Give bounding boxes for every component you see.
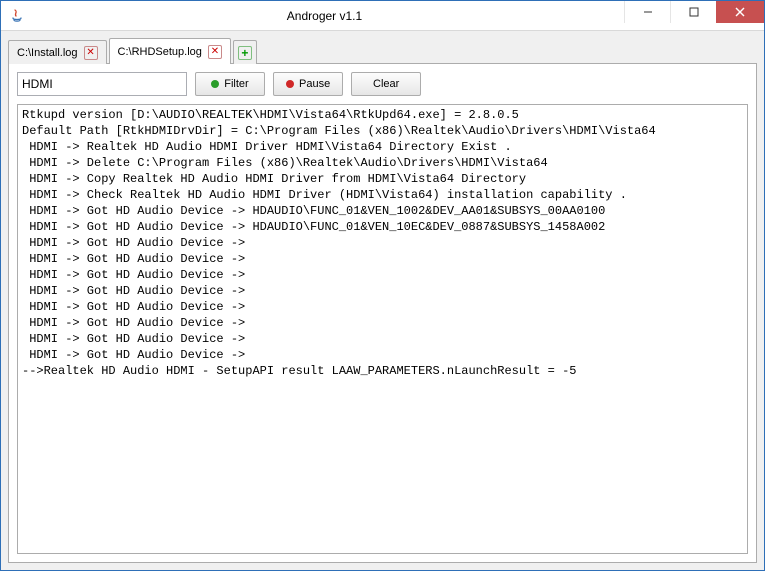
- close-button[interactable]: [716, 1, 764, 23]
- file-tab[interactable]: C:\RHDSetup.log ✕: [109, 38, 231, 64]
- filter-button[interactable]: Filter: [195, 72, 265, 96]
- close-tab-icon[interactable]: ✕: [84, 46, 98, 60]
- add-tab-button[interactable]: +: [233, 40, 257, 64]
- log-viewport[interactable]: Rtkupd version [D:\AUDIO\REALTEK\HDMI\Vi…: [17, 104, 748, 554]
- toolbar: Filter Pause Clear: [17, 72, 748, 96]
- client-area: C:\Install.log ✕ C:\RHDSetup.log ✕ + Fil…: [1, 31, 764, 570]
- tab-label: C:\Install.log: [17, 47, 78, 59]
- red-dot-icon: [286, 80, 294, 88]
- window-controls: [624, 1, 764, 30]
- button-label: Clear: [373, 78, 399, 90]
- clear-button[interactable]: Clear: [351, 72, 421, 96]
- window-title: Androger v1.1: [25, 9, 624, 23]
- close-tab-icon[interactable]: ✕: [208, 45, 222, 59]
- plus-icon: +: [238, 46, 252, 60]
- button-label: Pause: [299, 78, 330, 90]
- java-icon: [9, 8, 25, 24]
- titlebar: Androger v1.1: [1, 1, 764, 31]
- green-dot-icon: [211, 80, 219, 88]
- log-content: Rtkupd version [D:\AUDIO\REALTEK\HDMI\Vi…: [18, 105, 747, 381]
- file-tab[interactable]: C:\Install.log ✕: [8, 40, 107, 64]
- tabstrip: C:\Install.log ✕ C:\RHDSetup.log ✕ +: [8, 36, 757, 64]
- tab-label: C:\RHDSetup.log: [118, 46, 202, 58]
- filter-input[interactable]: [17, 72, 187, 96]
- pause-button[interactable]: Pause: [273, 72, 343, 96]
- app-window: Androger v1.1 C:\Install.log ✕ C:\RHDSet…: [0, 0, 765, 571]
- minimize-button[interactable]: [624, 1, 670, 23]
- tab-panel: Filter Pause Clear Rtkupd version [D:\AU…: [8, 63, 757, 563]
- maximize-button[interactable]: [670, 1, 716, 23]
- button-label: Filter: [224, 78, 248, 90]
